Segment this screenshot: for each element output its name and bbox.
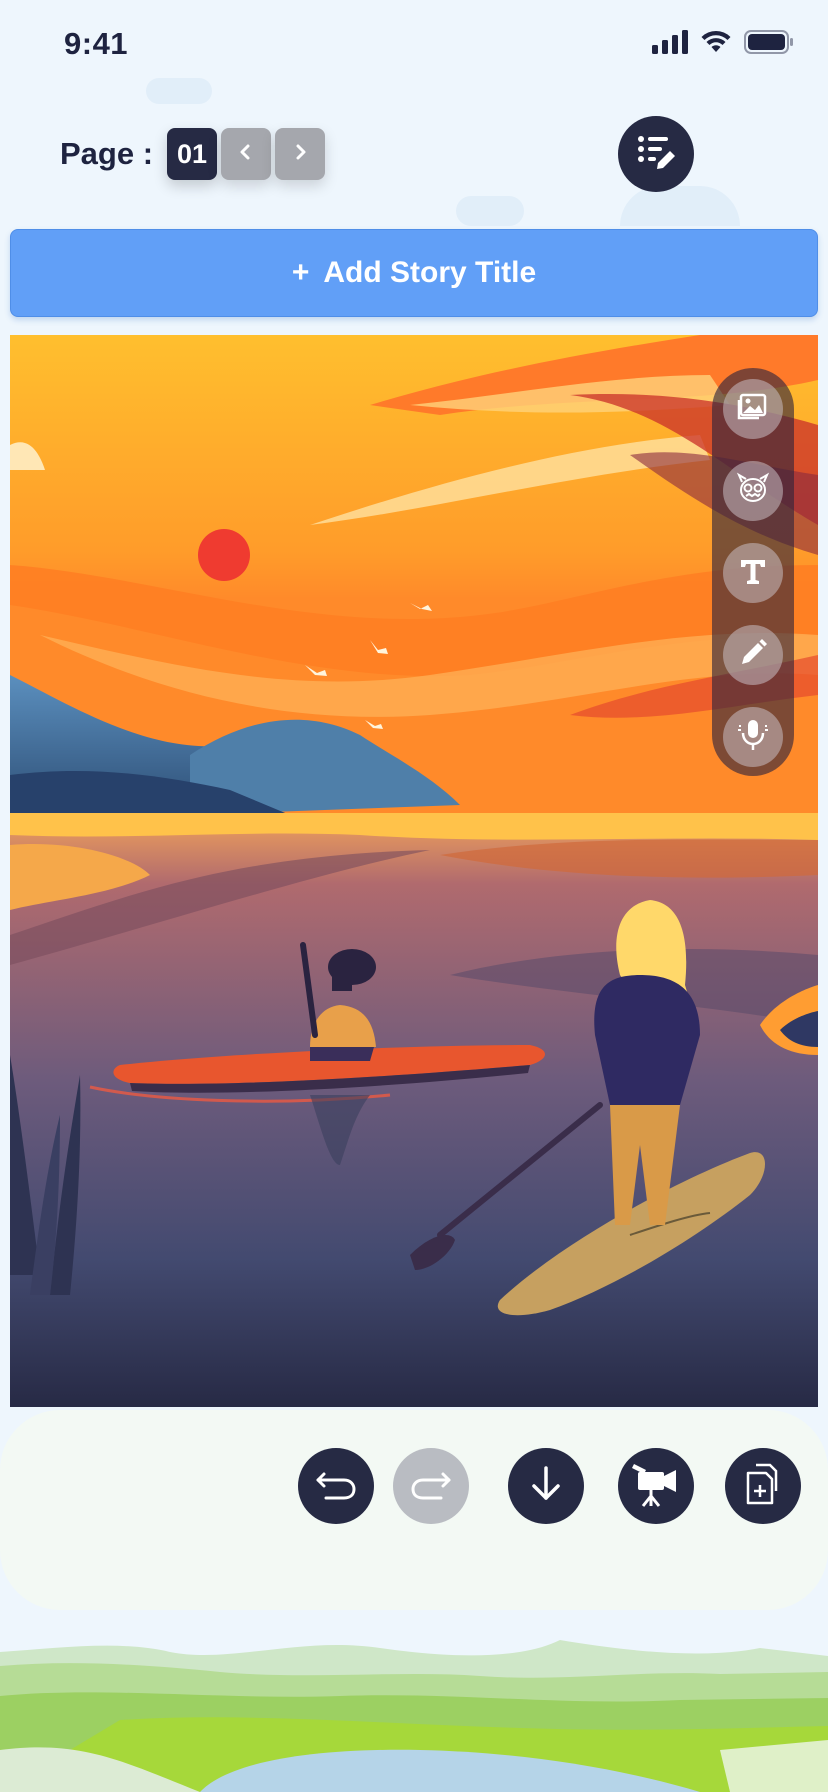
microphone-icon — [738, 718, 768, 757]
add-page-button[interactable] — [725, 1448, 801, 1524]
background-cloud — [620, 186, 740, 226]
next-page-button[interactable] — [275, 128, 326, 180]
story-canvas[interactable] — [10, 335, 818, 1407]
chevron-left-icon — [237, 143, 255, 166]
status-bar: 9:41 — [0, 0, 828, 90]
undo-button[interactable] — [298, 1448, 374, 1524]
list-edit-icon — [635, 131, 677, 178]
draw-tool-button[interactable] — [723, 625, 783, 685]
plus-icon: + — [291, 256, 310, 289]
redo-button[interactable] — [393, 1448, 469, 1524]
story-list-button[interactable] — [618, 116, 694, 192]
status-time: 9:41 — [64, 26, 129, 61]
text-icon — [738, 556, 768, 591]
current-page-number[interactable]: 01 — [167, 128, 218, 180]
chevron-right-icon — [291, 143, 309, 166]
record-tool-button[interactable] — [723, 707, 783, 767]
previous-page-button[interactable] — [221, 128, 272, 180]
landscape-decoration — [0, 1640, 828, 1792]
add-story-title-button[interactable]: + Add Story Title — [10, 229, 818, 317]
wifi-icon — [700, 30, 732, 59]
image-tool-button[interactable] — [723, 379, 783, 439]
redo-icon — [409, 1466, 453, 1507]
download-button[interactable] — [508, 1448, 584, 1524]
add-story-title-label: Add Story Title — [323, 256, 537, 289]
monster-icon — [736, 472, 770, 511]
image-icon — [737, 392, 769, 427]
character-tool-button[interactable] — [723, 461, 783, 521]
text-tool-button[interactable] — [723, 543, 783, 603]
cellular-signal-icon — [652, 30, 688, 59]
pencil-icon — [738, 638, 768, 673]
page-navigator: Page : 01 — [60, 128, 326, 180]
video-camera-icon — [630, 1460, 682, 1513]
tool-rail — [712, 368, 794, 776]
story-illustration — [10, 335, 818, 1407]
page-label: Page : — [60, 136, 154, 171]
background-cloud — [456, 196, 524, 226]
status-icons — [652, 30, 794, 59]
undo-icon — [314, 1466, 358, 1507]
video-button[interactable] — [618, 1448, 694, 1524]
battery-icon — [744, 30, 794, 59]
add-page-icon — [742, 1461, 784, 1512]
arrow-down-icon — [528, 1464, 564, 1509]
